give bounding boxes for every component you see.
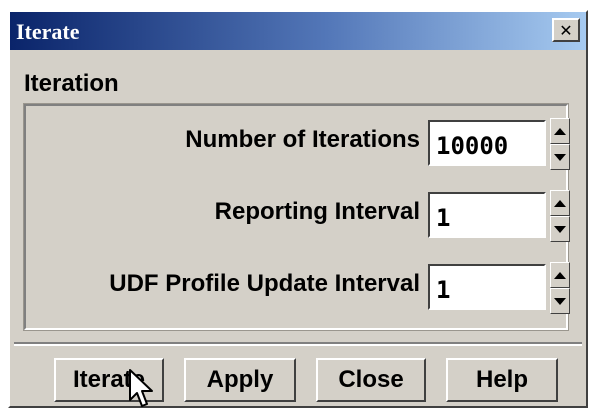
title-bar[interactable]: Iterate ✕	[10, 12, 586, 50]
spin-up-button[interactable]	[550, 262, 570, 288]
triangle-up-icon	[554, 127, 566, 135]
triangle-up-icon	[554, 271, 566, 279]
spin-down-button[interactable]	[550, 288, 570, 314]
iteration-group: Number of Iterations 10000 Reporting Int…	[23, 103, 570, 331]
udf-profile-update-interval-input[interactable]: 1	[428, 264, 546, 310]
reporting-interval-spinner[interactable]	[550, 190, 570, 242]
separator	[14, 342, 582, 346]
mouse-pointer-icon	[129, 369, 153, 407]
reporting-interval-input[interactable]: 1	[428, 192, 546, 238]
group-label: Iteration	[24, 70, 119, 97]
close-icon: ✕	[559, 20, 573, 40]
row-udf-profile-update-interval: UDF Profile Update Interval 1	[26, 260, 570, 320]
iterate-dialog: Iterate ✕ Iteration Number of Iterations…	[8, 10, 588, 408]
window-title: Iterate	[16, 19, 80, 44]
triangle-down-icon	[554, 225, 566, 233]
udf-profile-update-interval-spinner[interactable]	[550, 262, 570, 314]
reporting-interval-label: Reporting Interval	[214, 198, 420, 225]
close-button[interactable]: Close	[316, 358, 426, 402]
row-number-of-iterations: Number of Iterations 10000	[26, 116, 570, 176]
number-of-iterations-label: Number of Iterations	[185, 126, 420, 153]
number-of-iterations-spinner[interactable]	[550, 118, 570, 170]
triangle-down-icon	[554, 153, 566, 161]
udf-profile-update-interval-label: UDF Profile Update Interval	[109, 270, 420, 297]
number-of-iterations-input[interactable]: 10000	[428, 120, 546, 166]
spin-up-button[interactable]	[550, 190, 570, 216]
help-button[interactable]: Help	[446, 358, 558, 402]
triangle-down-icon	[554, 297, 566, 305]
spin-up-button[interactable]	[550, 118, 570, 144]
row-reporting-interval: Reporting Interval 1	[26, 188, 570, 248]
close-window-button[interactable]: ✕	[552, 18, 580, 42]
triangle-up-icon	[554, 199, 566, 207]
spin-down-button[interactable]	[550, 216, 570, 242]
apply-button[interactable]: Apply	[184, 358, 296, 402]
spin-down-button[interactable]	[550, 144, 570, 170]
